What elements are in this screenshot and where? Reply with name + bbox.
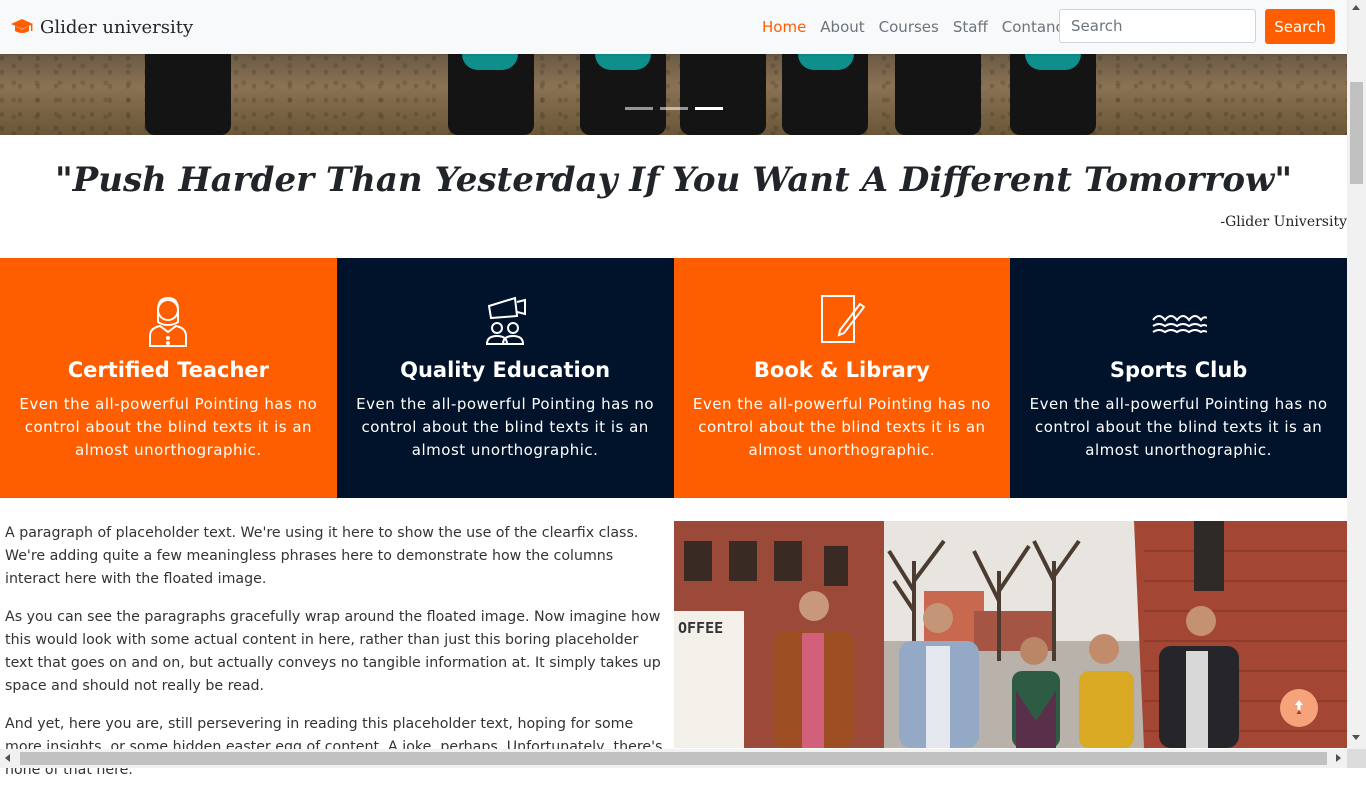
graduate-figure	[145, 54, 231, 135]
teacher-icon	[149, 296, 188, 347]
brand-name: Glider university	[40, 16, 194, 38]
content-paragraph: And yet, here you are, still persevering…	[5, 716, 663, 778]
scroll-right-arrow-icon[interactable]	[1336, 754, 1341, 762]
nav-link-courses[interactable]: Courses	[872, 16, 946, 38]
feature-title: Book & Library	[753, 358, 930, 382]
notepad-icon	[820, 295, 866, 343]
feature-title: Quality Education	[400, 358, 611, 382]
arrow-up-icon	[1295, 700, 1303, 714]
feature-card-book-library: Book & Library Even the all-powerful Poi…	[673, 258, 1011, 498]
nav-link-home[interactable]: Home	[755, 16, 813, 38]
brand[interactable]: Glider university	[10, 13, 193, 41]
graduate-figure	[895, 54, 981, 135]
quote-author: -Glider University	[1220, 214, 1347, 230]
horizontal-scrollbar[interactable]	[0, 749, 1347, 768]
vertical-scroll-thumb[interactable]	[1350, 82, 1363, 184]
feature-text: Even the all-powerful Pointing has no co…	[19, 395, 318, 459]
swimming-icon	[1151, 315, 1207, 334]
carousel-indicator-1[interactable]	[625, 107, 653, 110]
graduation-cap-icon	[11, 19, 33, 33]
horizontal-scroll-thumb[interactable]	[20, 752, 1327, 765]
nav-link-staff[interactable]: Staff	[946, 16, 995, 38]
scroll-left-arrow-icon[interactable]	[5, 754, 10, 762]
feature-text: Even the all-powerful Pointing has no co…	[692, 395, 991, 459]
content-paragraph: As you can see the paragraphs gracefully…	[5, 609, 661, 694]
graduate-stole	[798, 54, 854, 70]
scroll-up-arrow-icon[interactable]	[1352, 5, 1360, 10]
feature-text: Even the all-powerful Pointing has no co…	[1029, 395, 1328, 459]
feature-title: Certified Teacher	[67, 358, 270, 382]
feature-card-sports-club: Sports Club Even the all-powerful Pointi…	[1010, 258, 1347, 498]
features-row: Certified Teacher Even the all-powerful …	[0, 258, 1347, 498]
feature-card-quality-education: Quality Education Even the all-powerful …	[336, 258, 674, 498]
search-button[interactable]: Search	[1265, 9, 1335, 44]
graduate-stole	[595, 54, 651, 70]
students-photo: OFFEE	[674, 521, 1347, 748]
search-input[interactable]	[1059, 9, 1256, 43]
graduate-stole	[1025, 54, 1081, 70]
nav-links: Home About Courses Staff Contanct	[755, 16, 1077, 38]
graduate-stole	[462, 54, 518, 70]
feature-title: Sports Club	[1109, 358, 1248, 382]
megaphone-icon	[486, 296, 527, 345]
store-sign-text: OFFEE	[678, 619, 723, 637]
quote-text: "Push Harder Than Yesterday If You Want …	[54, 160, 1293, 200]
hero-carousel	[0, 54, 1347, 135]
navbar: Glider university Home About Courses Sta…	[0, 0, 1347, 54]
scroll-down-arrow-icon[interactable]	[1352, 735, 1360, 740]
feature-text: Even the all-powerful Pointing has no co…	[356, 395, 655, 459]
students-photo-scene: OFFEE	[674, 521, 1347, 748]
nav-link-about[interactable]: About	[813, 16, 871, 38]
graduate-figure	[680, 54, 766, 135]
carousel-indicator-3[interactable]	[695, 107, 723, 110]
feature-card-certified-teacher: Certified Teacher Even the all-powerful …	[0, 258, 337, 498]
scrollbar-corner	[1347, 749, 1366, 768]
carousel-indicators	[625, 107, 723, 110]
vertical-scrollbar[interactable]	[1347, 0, 1366, 768]
carousel-indicator-2[interactable]	[660, 107, 688, 110]
back-to-top-button[interactable]	[1280, 689, 1318, 727]
content-paragraph: A paragraph of placeholder text. We're u…	[5, 525, 639, 587]
